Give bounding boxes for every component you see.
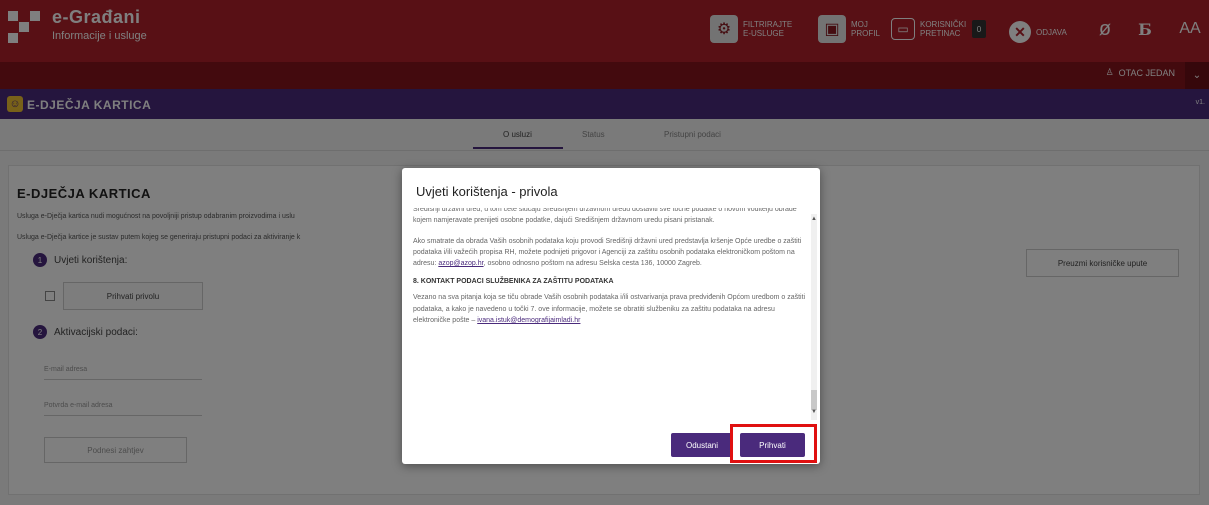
azop-email-link[interactable]: azop@azop.hr	[438, 260, 483, 267]
modal-scrollbar-thumb[interactable]	[811, 390, 817, 410]
modal-body[interactable]: Središnji državni ured, u tom ćete sluča…	[413, 208, 806, 418]
modal-text: , osobno odnosno poštom na adresu Selska…	[483, 260, 702, 268]
cancel-button[interactable]: Odustani	[671, 433, 733, 457]
scroll-up-icon[interactable]: ▲	[811, 216, 817, 222]
modal-title: Uvjeti korištenja - privola	[416, 184, 558, 199]
modal-section-heading: 8. KONTAKT PODACI SLUŽBENIKA ZA ZAŠTITU …	[413, 278, 614, 286]
modal-paragraph: Vezano na sva pitanja koja se tiču obrad…	[413, 292, 806, 326]
modal-text: Vezano na sva pitanja koja se tiču obrad…	[413, 294, 806, 325]
modal-paragraph: Ako smatrate da obrada Vaših osobnih pod…	[413, 236, 806, 270]
dpo-email-link[interactable]: ivana.istuk@demografijaimladi.hr	[477, 317, 580, 324]
terms-consent-modal: Uvjeti korištenja - privola Središnji dr…	[402, 168, 820, 464]
accept-button-highlight	[730, 424, 817, 463]
modal-paragraph: Središnji državni ured, u tom ćete sluča…	[413, 208, 797, 225]
scroll-down-icon[interactable]: ▼	[811, 409, 817, 415]
